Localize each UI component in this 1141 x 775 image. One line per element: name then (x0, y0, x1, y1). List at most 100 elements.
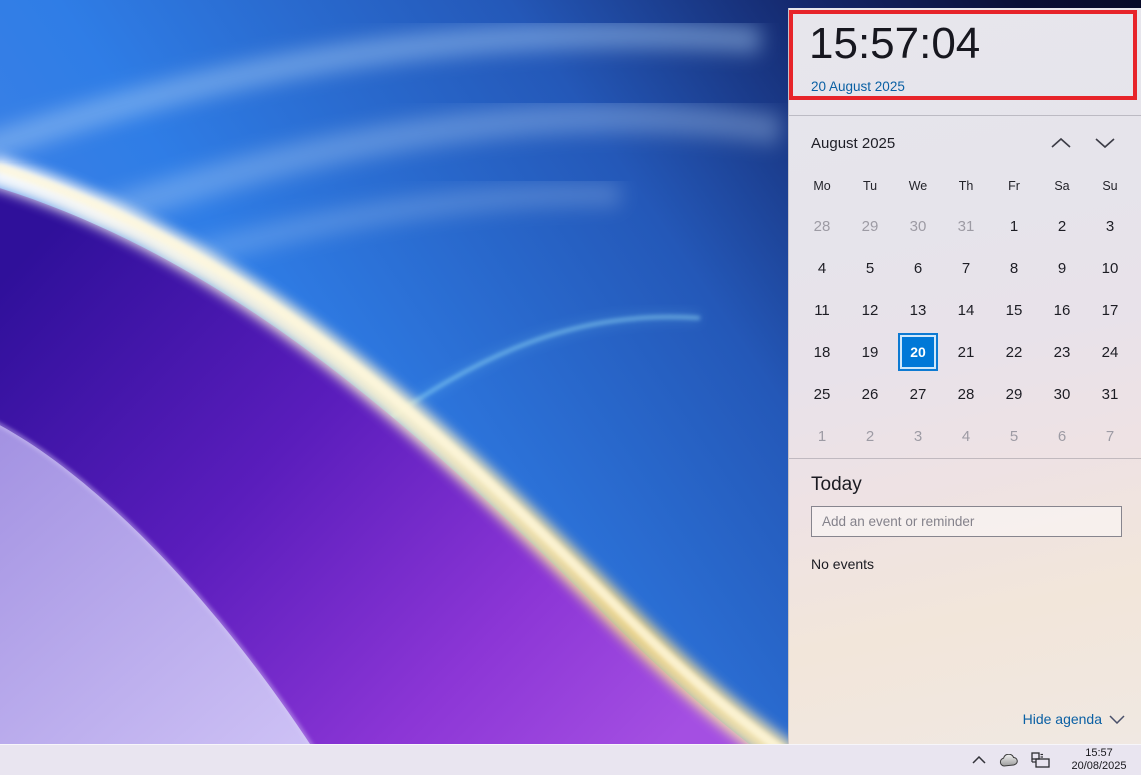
calendar-day-label: 13 (910, 302, 927, 319)
network-tray-button[interactable] (1025, 745, 1055, 775)
calendar-day-label: 18 (814, 344, 831, 361)
clock-time: 15:57:04 (809, 18, 980, 70)
system-tray: 15:57 20/08/2025 (965, 745, 1141, 775)
day-of-week-header: Mo (798, 171, 846, 201)
calendar-day[interactable]: 29 (846, 205, 894, 247)
calendar-day[interactable]: 12 (846, 289, 894, 331)
calendar-day[interactable]: 8 (990, 247, 1038, 289)
calendar-day[interactable]: 5 (846, 247, 894, 289)
calendar-day-label: 1 (818, 428, 826, 445)
calendar-day-label: 2 (1058, 218, 1066, 235)
calendar-day-label: 30 (910, 218, 927, 235)
calendar-day[interactable]: 19 (846, 331, 894, 373)
calendar-day[interactable]: 16 (1038, 289, 1086, 331)
calendar-day[interactable]: 24 (1086, 331, 1134, 373)
onedrive-tray-button[interactable] (993, 745, 1025, 775)
day-of-week-header: Fr (990, 171, 1038, 201)
add-event-input[interactable] (811, 506, 1122, 537)
calendar-day[interactable]: 3 (1086, 205, 1134, 247)
calendar-day[interactable]: 18 (798, 331, 846, 373)
hide-agenda-button[interactable]: Hide agenda (1023, 708, 1125, 730)
calendar-day-label: 9 (1058, 260, 1066, 277)
day-of-week-header: Tu (846, 171, 894, 201)
calendar-day[interactable]: 11 (798, 289, 846, 331)
calendar-day[interactable]: 21 (942, 331, 990, 373)
calendar-day-today[interactable]: 20 (894, 331, 942, 373)
calendar-day[interactable]: 29 (990, 373, 1038, 415)
calendar-day[interactable]: 28 (942, 373, 990, 415)
calendar-grid: 28 29 30 31 1 2 3 4 5 6 7 8 9 10 11 12 1… (798, 205, 1134, 457)
chevron-up-icon (972, 756, 986, 764)
calendar-day-label: 1 (1010, 218, 1018, 235)
calendar-day-label: 2 (866, 428, 874, 445)
calendar-day-label: 23 (1054, 344, 1071, 361)
calendar-day[interactable]: 30 (894, 205, 942, 247)
clock-date-link[interactable]: 20 August 2025 (811, 79, 905, 94)
calendar-day[interactable]: 6 (894, 247, 942, 289)
calendar-day[interactable]: 22 (990, 331, 1038, 373)
calendar-day-label: 24 (1102, 344, 1119, 361)
taskbar-clock[interactable]: 15:57 20/08/2025 (1055, 747, 1141, 773)
calendar-day[interactable]: 1 (990, 205, 1038, 247)
calendar-day-label: 19 (862, 344, 879, 361)
agenda-heading: Today (811, 474, 862, 496)
taskbar: 15:57 20/08/2025 (0, 744, 1141, 775)
previous-month-button[interactable] (1039, 130, 1083, 156)
chevron-down-icon (1094, 137, 1116, 149)
calendar-day[interactable]: 6 (1038, 415, 1086, 457)
calendar-day[interactable]: 7 (1086, 415, 1134, 457)
hide-agenda-label: Hide agenda (1023, 711, 1102, 727)
clock-calendar-flyout: 15:57:04 20 August 2025 August 2025 Mo T… (788, 8, 1141, 745)
calendar-day[interactable]: 10 (1086, 247, 1134, 289)
calendar-day[interactable]: 5 (990, 415, 1038, 457)
day-of-week-header: We (894, 171, 942, 201)
calendar-day[interactable]: 1 (798, 415, 846, 457)
calendar-day[interactable]: 4 (798, 247, 846, 289)
calendar-day[interactable]: 9 (1038, 247, 1086, 289)
calendar-day-label: 29 (862, 218, 879, 235)
calendar-day[interactable]: 31 (1086, 373, 1134, 415)
day-of-week-header-row: Mo Tu We Th Fr Sa Su (798, 171, 1134, 201)
divider (789, 458, 1141, 459)
calendar-day[interactable]: 14 (942, 289, 990, 331)
calendar-day-label: 15 (1006, 302, 1023, 319)
calendar-day[interactable]: 7 (942, 247, 990, 289)
calendar-day-label: 20 (900, 335, 936, 369)
calendar-day-label: 31 (958, 218, 975, 235)
taskbar-date: 20/08/2025 (1061, 760, 1137, 773)
calendar-day[interactable]: 30 (1038, 373, 1086, 415)
calendar-day[interactable]: 31 (942, 205, 990, 247)
calendar-day-label: 3 (914, 428, 922, 445)
calendar-day-label: 7 (962, 260, 970, 277)
calendar-day[interactable]: 26 (846, 373, 894, 415)
calendar-day-label: 31 (1102, 386, 1119, 403)
calendar-day-label: 5 (866, 260, 874, 277)
calendar-day[interactable]: 4 (942, 415, 990, 457)
chevron-down-icon (1109, 715, 1125, 724)
no-events-label: No events (811, 556, 874, 572)
calendar-day-label: 7 (1106, 428, 1114, 445)
calendar-day[interactable]: 2 (846, 415, 894, 457)
calendar-day[interactable]: 3 (894, 415, 942, 457)
calendar-day-label: 28 (958, 386, 975, 403)
calendar-day-label: 29 (1006, 386, 1023, 403)
day-of-week-header: Su (1086, 171, 1134, 201)
onedrive-cloud-icon (999, 754, 1019, 767)
next-month-button[interactable] (1083, 130, 1127, 156)
calendar-day[interactable]: 27 (894, 373, 942, 415)
calendar-day[interactable]: 2 (1038, 205, 1086, 247)
show-hidden-icons-button[interactable] (965, 745, 993, 775)
calendar-day[interactable]: 28 (798, 205, 846, 247)
chevron-up-icon (1050, 137, 1072, 149)
calendar-day-label: 3 (1106, 218, 1114, 235)
calendar-day[interactable]: 15 (990, 289, 1038, 331)
calendar-day-label: 8 (1010, 260, 1018, 277)
calendar-day-label: 12 (862, 302, 879, 319)
calendar-day[interactable]: 17 (1086, 289, 1134, 331)
calendar-day[interactable]: 23 (1038, 331, 1086, 373)
calendar-day-label: 26 (862, 386, 879, 403)
calendar-day[interactable]: 13 (894, 289, 942, 331)
calendar-day-label: 6 (1058, 428, 1066, 445)
calendar-day[interactable]: 25 (798, 373, 846, 415)
calendar-day-label: 25 (814, 386, 831, 403)
